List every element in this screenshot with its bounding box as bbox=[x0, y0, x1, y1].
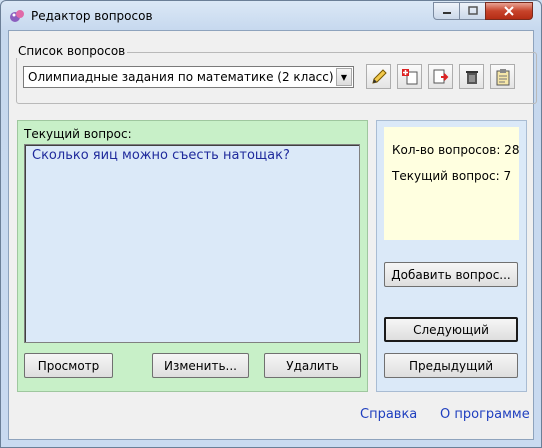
export-set-button[interactable] bbox=[428, 64, 453, 89]
clipboard-icon bbox=[496, 68, 509, 85]
minimize-button[interactable] bbox=[433, 2, 460, 20]
question-text: Сколько яиц можно съесть натощак? bbox=[32, 148, 290, 163]
minimize-icon bbox=[442, 12, 451, 14]
copy-set-button[interactable] bbox=[490, 64, 515, 89]
question-set-value: Олимпиадные задания по математике (2 кла… bbox=[28, 70, 334, 84]
maximize-button[interactable] bbox=[459, 2, 486, 20]
export-document-icon bbox=[433, 69, 448, 83]
question-text-area[interactable]: Сколько яиц можно съесть натощак? bbox=[24, 144, 360, 343]
trash-icon bbox=[465, 70, 478, 84]
edit-question-button[interactable]: Изменить... bbox=[152, 353, 249, 378]
add-document-icon bbox=[401, 68, 417, 84]
title-bar[interactable]: Редактор вопросов bbox=[1, 1, 541, 31]
current-question-number: Текущий вопрос: 7 bbox=[392, 169, 512, 183]
edit-set-button[interactable] bbox=[366, 64, 391, 89]
add-question-button[interactable]: Добавить вопрос... bbox=[384, 262, 518, 287]
stats-box: Кол-во вопросов: 28 Текущий вопрос: 7 bbox=[384, 127, 519, 240]
window-title: Редактор вопросов bbox=[31, 9, 153, 23]
about-link[interactable]: О программе bbox=[440, 407, 530, 422]
help-link[interactable]: Справка bbox=[360, 407, 417, 422]
previous-button[interactable]: Предыдущий bbox=[384, 353, 518, 378]
pencil-icon bbox=[371, 68, 387, 84]
question-set-select[interactable]: Олимпиадные задания по математике (2 кла… bbox=[23, 66, 354, 88]
preview-button[interactable]: Просмотр bbox=[24, 353, 113, 378]
close-icon bbox=[504, 6, 514, 16]
current-question-label: Текущий вопрос: bbox=[24, 127, 132, 141]
delete-set-button[interactable] bbox=[459, 64, 484, 89]
questions-list-label: Список вопросов bbox=[16, 44, 128, 58]
close-button[interactable] bbox=[485, 2, 533, 20]
maximize-icon bbox=[467, 6, 478, 15]
delete-question-button[interactable]: Удалить bbox=[264, 353, 361, 378]
next-button[interactable]: Следующий bbox=[384, 317, 518, 342]
add-set-button[interactable] bbox=[397, 64, 422, 89]
question-count: Кол-во вопросов: 28 bbox=[392, 143, 520, 157]
chevron-down-icon[interactable]: ▼ bbox=[336, 68, 352, 86]
app-icon bbox=[10, 10, 24, 22]
